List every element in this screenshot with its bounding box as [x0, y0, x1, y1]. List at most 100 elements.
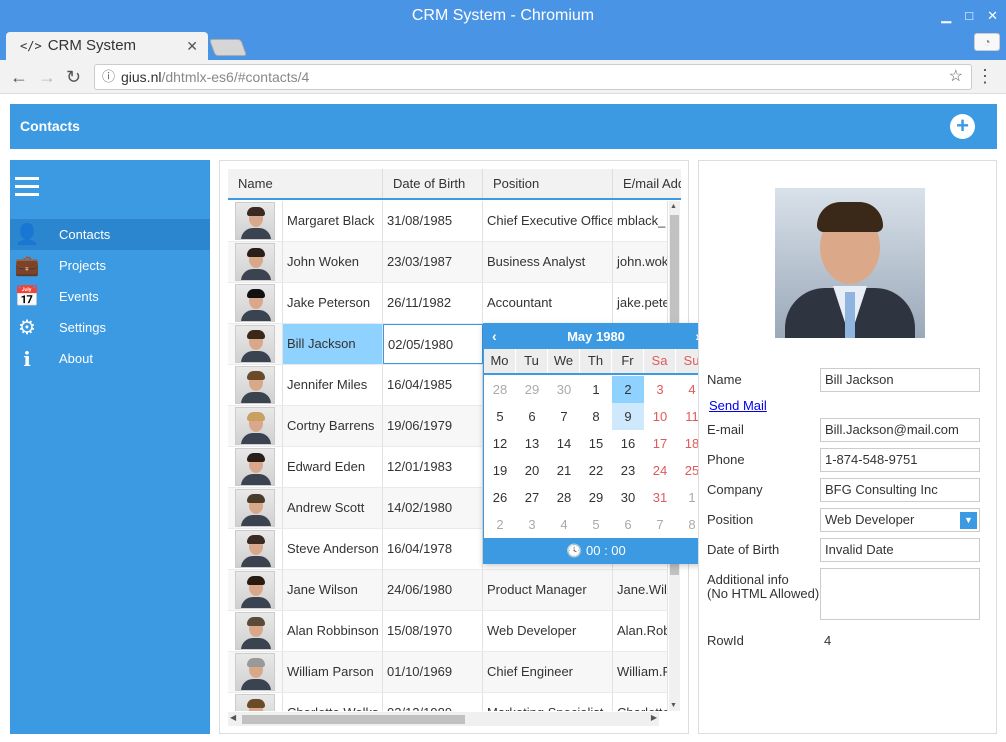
- calendar-day[interactable]: 20: [516, 457, 548, 484]
- cell-name[interactable]: Charlotte Wolks: [283, 693, 383, 711]
- calendar-time[interactable]: 🕓 00 : 00: [484, 538, 708, 563]
- cell-dob[interactable]: 12/01/1983: [383, 447, 483, 487]
- name-field[interactable]: Bill Jackson: [820, 368, 980, 392]
- calendar-day[interactable]: 31: [644, 484, 676, 511]
- browser-tab[interactable]: </> CRM System ✕: [6, 32, 208, 60]
- calendar-day[interactable]: 13: [516, 430, 548, 457]
- table-row[interactable]: Margaret Black 31/08/1985 Chief Executive …: [228, 201, 668, 242]
- avatar-cell[interactable]: [228, 693, 283, 711]
- sidebar-item-contacts[interactable]: 👤 Contacts: [10, 219, 210, 250]
- avatar-cell[interactable]: [228, 652, 283, 692]
- column-header-email[interactable]: E/mail Add: [613, 169, 681, 198]
- calendar-day[interactable]: 23: [612, 457, 644, 484]
- dob-field[interactable]: Invalid Date: [820, 538, 980, 562]
- cell-name[interactable]: Bill Jackson: [283, 324, 383, 364]
- calendar-day[interactable]: 16: [612, 430, 644, 457]
- cell-dob[interactable]: 26/11/1982: [383, 283, 483, 323]
- cell-email[interactable]: Alan.Rob: [613, 611, 668, 651]
- cell-dob[interactable]: 03/12/1989: [383, 693, 483, 711]
- minimize-icon[interactable]: ▁: [941, 0, 951, 32]
- sidebar-item-about[interactable]: i About: [10, 343, 210, 374]
- calendar-day[interactable]: 5: [484, 403, 516, 430]
- cell-email[interactable]: mblack_: [613, 201, 668, 241]
- calendar-day[interactable]: 14: [548, 430, 580, 457]
- cell-position[interactable]: Chief Engineer: [483, 652, 613, 692]
- calendar-day[interactable]: 27: [516, 484, 548, 511]
- cell-position[interactable]: Product Manager: [483, 570, 613, 610]
- calendar-day[interactable]: 7: [548, 403, 580, 430]
- calendar-day[interactable]: 10: [644, 403, 676, 430]
- cell-name[interactable]: Alan Robbinson: [283, 611, 383, 651]
- calendar-day[interactable]: 12: [484, 430, 516, 457]
- calendar-day[interactable]: 28: [484, 376, 516, 403]
- bookmark-star-icon[interactable]: ☆: [949, 65, 963, 89]
- scroll-up-icon[interactable]: ▲: [670, 203, 677, 210]
- cell-name[interactable]: William Parson: [283, 652, 383, 692]
- avatar-cell[interactable]: [228, 283, 283, 323]
- calendar-day[interactable]: 30: [612, 484, 644, 511]
- company-field[interactable]: BFG Consulting Inc: [820, 478, 980, 502]
- cell-name[interactable]: Steve Anderson: [283, 529, 383, 569]
- reload-icon[interactable]: ↻: [66, 66, 81, 88]
- phone-field[interactable]: 1-874-548-9751: [820, 448, 980, 472]
- avatar-cell[interactable]: [228, 529, 283, 569]
- avatar-cell[interactable]: [228, 406, 283, 446]
- calendar-day[interactable]: 24: [644, 457, 676, 484]
- cell-dob[interactable]: 14/02/1980: [383, 488, 483, 528]
- calendar-day[interactable]: 7: [644, 511, 676, 538]
- calendar-day[interactable]: 29: [516, 376, 548, 403]
- avatar-cell[interactable]: [228, 447, 283, 487]
- send-mail-link[interactable]: Send Mail: [709, 398, 767, 413]
- cell-name[interactable]: Jake Peterson: [283, 283, 383, 323]
- add-contact-button[interactable]: +: [950, 114, 975, 139]
- cell-position[interactable]: Marketing Specialist: [483, 693, 613, 711]
- column-header-name[interactable]: Name: [228, 169, 383, 198]
- calendar-day[interactable]: 2: [612, 376, 644, 403]
- cell-dob[interactable]: 01/10/1969: [383, 652, 483, 692]
- cell-dob[interactable]: 16/04/1978: [383, 529, 483, 569]
- table-row[interactable]: Jane Wilson 24/06/1980 Product Manager Jane…: [228, 570, 668, 611]
- cell-position[interactable]: Accountant: [483, 283, 613, 323]
- info-icon[interactable]: ⓘ: [102, 65, 115, 89]
- cell-email[interactable]: jake.pete: [613, 283, 668, 323]
- new-tab-button[interactable]: [208, 39, 248, 56]
- sidebar-item-events[interactable]: 📅 Events: [10, 281, 210, 312]
- calendar-day[interactable]: 6: [516, 403, 548, 430]
- calendar-day[interactable]: 9: [612, 403, 644, 430]
- cell-dob[interactable]: 16/04/1985: [383, 365, 483, 405]
- cell-dob[interactable]: 23/03/1987: [383, 242, 483, 282]
- cell-dob[interactable]: 31/08/1985: [383, 201, 483, 241]
- avatar-cell[interactable]: [228, 324, 283, 364]
- cell-dob[interactable]: 19/06/1979: [383, 406, 483, 446]
- calendar-day[interactable]: 4: [548, 511, 580, 538]
- calendar-day[interactable]: 2: [484, 511, 516, 538]
- calendar-day[interactable]: 28: [548, 484, 580, 511]
- table-row[interactable]: William Parson 01/10/1969 Chief Engineer Wi…: [228, 652, 668, 693]
- avatar-cell[interactable]: [228, 570, 283, 610]
- cell-dob[interactable]: 02/05/1980: [383, 324, 483, 364]
- calendar-day[interactable]: 29: [580, 484, 612, 511]
- cell-name[interactable]: Cortny Barrens: [283, 406, 383, 446]
- avatar-cell[interactable]: [228, 242, 283, 282]
- table-row[interactable]: Charlotte Wolks03/12/1989Marketing Speci…: [228, 693, 668, 711]
- cell-name[interactable]: Edward Eden: [283, 447, 383, 487]
- hamburger-menu-icon[interactable]: [15, 177, 39, 197]
- calendar-day[interactable]: 8: [580, 403, 612, 430]
- position-select[interactable]: Web Developer ▼: [820, 508, 980, 532]
- cell-email[interactable]: john.wok: [613, 242, 668, 282]
- chevron-down-icon[interactable]: ▼: [960, 512, 977, 529]
- table-row[interactable]: Alan Robbinson 15/08/1970 Web Developer Ala…: [228, 611, 668, 652]
- table-row[interactable]: John Woken 23/03/1987 Business Analyst john…: [228, 242, 668, 283]
- cell-position[interactable]: Web Developer: [483, 611, 613, 651]
- tab-close-icon[interactable]: ✕: [186, 32, 198, 60]
- profile-icon[interactable]: ◔: [974, 33, 1000, 51]
- scroll-right-icon[interactable]: ▶: [651, 713, 657, 722]
- cell-name[interactable]: Jane Wilson: [283, 570, 383, 610]
- scroll-left-icon[interactable]: ◀: [230, 713, 236, 722]
- avatar-cell[interactable]: [228, 201, 283, 241]
- cell-dob[interactable]: 15/08/1970: [383, 611, 483, 651]
- forward-icon[interactable]: →: [38, 66, 56, 88]
- calendar-day[interactable]: 3: [516, 511, 548, 538]
- cell-email[interactable]: Jane.Wil: [613, 570, 668, 610]
- cell-position[interactable]: Business Analyst: [483, 242, 613, 282]
